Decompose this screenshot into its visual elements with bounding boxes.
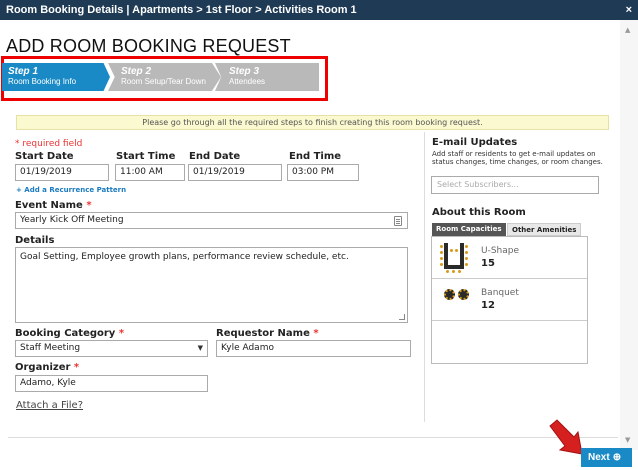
start-date-field[interactable]: 01/19/2019 bbox=[15, 164, 109, 181]
event-name-label-text: Event Name bbox=[15, 200, 83, 211]
capacity-name: U-Shape bbox=[481, 246, 520, 256]
details-textarea[interactable]: Goal Setting, Employee growth plans, per… bbox=[15, 247, 408, 323]
end-time-field[interactable]: 03:00 PM bbox=[287, 164, 359, 181]
tab-room-capacities[interactable]: Room Capacities bbox=[432, 223, 506, 236]
step-1-label: Room Booking Info bbox=[8, 77, 77, 86]
footer-divider bbox=[8, 437, 618, 438]
end-date-field[interactable]: 01/19/2019 bbox=[188, 164, 282, 181]
event-name-field[interactable]: Yearly Kick Off Meeting bbox=[15, 212, 408, 229]
capacity-value: 15 bbox=[481, 258, 495, 269]
capacity-row-banquet: Banquet 12 bbox=[432, 279, 587, 321]
document-icon[interactable] bbox=[394, 216, 402, 226]
booking-category-label-text: Booking Category bbox=[15, 328, 116, 339]
scrollbar[interactable]: ▲ ▼ bbox=[620, 20, 638, 450]
about-room-title: About this Room bbox=[432, 207, 526, 218]
step-1[interactable]: Step 1 Room Booking Info bbox=[2, 63, 110, 91]
step-3[interactable]: Step 3 Attendees bbox=[215, 63, 319, 91]
attach-file-link[interactable]: Attach a File? bbox=[16, 400, 83, 411]
scroll-up-icon[interactable]: ▲ bbox=[625, 26, 630, 34]
booking-category-select[interactable]: Staff Meeting ▼ bbox=[15, 340, 208, 357]
organizer-label-text: Organizer bbox=[15, 362, 71, 373]
email-updates-title: E-mail Updates bbox=[432, 137, 518, 148]
page-title: ADD ROOM BOOKING REQUEST bbox=[6, 36, 291, 56]
u-shape-icon bbox=[440, 243, 468, 273]
step-3-number: Step 3 bbox=[229, 66, 260, 77]
subscribers-input[interactable]: Select Subscribers... bbox=[431, 176, 599, 194]
scroll-down-icon[interactable]: ▼ bbox=[625, 436, 630, 444]
step-2-label: Room Setup/Tear Down bbox=[121, 77, 206, 86]
end-date-label: End Date bbox=[189, 151, 241, 162]
email-updates-description: Add staff or residents to get e-mail upd… bbox=[432, 150, 603, 166]
close-icon[interactable]: × bbox=[626, 0, 632, 20]
window-title-bar: Room Booking Details | Apartments > 1st … bbox=[0, 0, 638, 20]
booking-category-value: Staff Meeting bbox=[20, 343, 81, 353]
start-time-label: Start Time bbox=[116, 151, 176, 162]
capacity-row-ushape: U-Shape 15 bbox=[432, 237, 587, 279]
banquet-icon bbox=[444, 289, 455, 300]
requestor-label: Requestor Name * bbox=[216, 328, 319, 339]
step-2-number: Step 2 bbox=[121, 66, 152, 77]
window-title: Room Booking Details | Apartments > 1st … bbox=[6, 4, 357, 16]
event-name-value: Yearly Kick Off Meeting bbox=[20, 215, 124, 225]
event-name-label: Event Name * bbox=[15, 200, 92, 211]
step-2[interactable]: Step 2 Room Setup/Tear Down bbox=[108, 63, 221, 91]
next-button[interactable]: Next ⊕ bbox=[581, 448, 632, 467]
arrow-right-circle-icon: ⊕ bbox=[612, 452, 622, 463]
banquet-icon bbox=[458, 289, 469, 300]
details-value: Goal Setting, Employee growth plans, per… bbox=[20, 252, 349, 262]
requestor-label-text: Requestor Name bbox=[216, 328, 310, 339]
capacity-value: 12 bbox=[481, 300, 495, 311]
step-1-number: Step 1 bbox=[8, 66, 39, 77]
booking-category-label: Booking Category * bbox=[15, 328, 125, 339]
organizer-field[interactable]: Adamo, Kyle bbox=[15, 375, 208, 392]
step-3-label: Attendees bbox=[229, 77, 266, 86]
room-capacities-panel: U-Shape 15 Banquet 12 bbox=[431, 236, 588, 364]
details-label: Details bbox=[15, 235, 55, 246]
start-date-label: Start Date bbox=[15, 151, 74, 162]
end-time-label: End Time bbox=[289, 151, 342, 162]
requestor-field[interactable]: Kyle Adamo bbox=[216, 340, 411, 357]
next-button-label: Next bbox=[588, 452, 610, 463]
add-recurrence-link[interactable]: + Add a Recurrence Pattern bbox=[16, 186, 126, 194]
capacity-name: Banquet bbox=[481, 288, 519, 298]
chevron-down-icon: ▼ bbox=[197, 344, 203, 352]
required-note: * required field bbox=[15, 139, 83, 149]
start-time-field[interactable]: 11:00 AM bbox=[115, 164, 185, 181]
tab-other-amenities[interactable]: Other Amenities bbox=[507, 223, 582, 236]
organizer-label: Organizer * bbox=[15, 362, 80, 373]
notice-banner: Please go through all the required steps… bbox=[16, 115, 609, 130]
resize-grip-icon[interactable] bbox=[399, 314, 405, 320]
